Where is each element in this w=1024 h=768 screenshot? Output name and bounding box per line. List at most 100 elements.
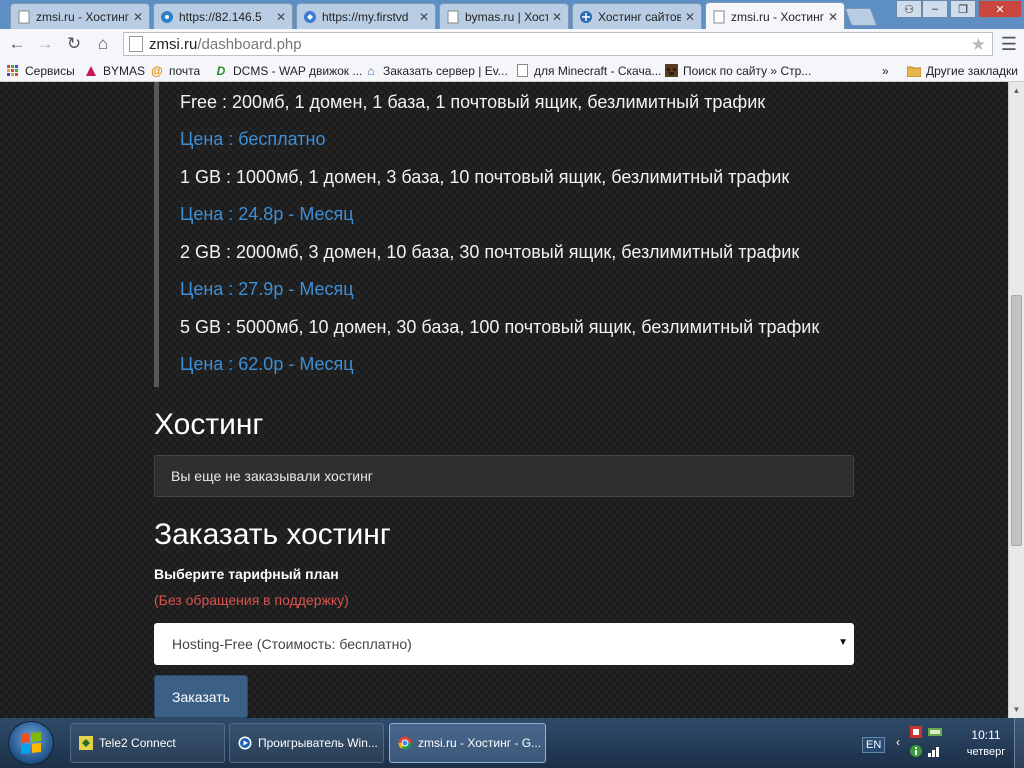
scroll-up-icon[interactable]: ▲ xyxy=(1009,83,1024,97)
close-window-button[interactable]: ✕ xyxy=(978,0,1022,18)
bookmark-order-server[interactable]: ⌂ Заказать сервер | Ev... xyxy=(364,62,508,79)
network-icon[interactable] xyxy=(928,726,942,741)
plan-select[interactable]: Hosting-Free (Стоимость: бесплатно) ▼ xyxy=(154,623,854,665)
tab-3[interactable]: https://my.firstvd ✕ xyxy=(296,3,436,29)
plan-select-value: Hosting-Free (Стоимость: бесплатно) xyxy=(172,636,412,652)
page-icon xyxy=(515,64,529,78)
task-tele2-connect[interactable]: Tele2 Connect xyxy=(70,723,225,763)
support-note: (Без обращения в поддержку) xyxy=(154,592,349,608)
page-icon xyxy=(129,36,143,52)
other-bookmarks[interactable]: Другие закладки xyxy=(907,62,1018,79)
caret-down-icon: ▼ xyxy=(838,637,848,648)
bookmark-label: BYMAS xyxy=(103,63,146,78)
new-tab-button[interactable] xyxy=(844,8,878,26)
tab-title: Хостинг сайтов xyxy=(598,9,681,24)
tab-title: zmsi.ru - Хостинг xyxy=(731,9,824,24)
plan-free-description: Free : 200мб, 1 домен, 1 база, 1 почтовы… xyxy=(180,92,766,112)
order-hosting-heading: Заказать хостинг xyxy=(154,518,391,551)
folder-icon xyxy=(907,64,921,78)
hosting-site-icon xyxy=(579,10,593,24)
plan-5gb-description: 5 GB : 5000мб, 10 домен, 30 база, 100 по… xyxy=(180,317,820,337)
bookmark-label: почта xyxy=(169,63,201,78)
dcms-icon: D xyxy=(216,63,226,78)
bookmarks-bar: Сервисы BYMAS @ почта D DCMS - WAP движо… xyxy=(0,59,1024,82)
tele2-icon xyxy=(79,736,93,750)
bookmark-label: DCMS - WAP движок ... xyxy=(233,63,363,78)
firstvds-icon xyxy=(303,10,317,24)
plan-1gb-description: 1 GB : 1000мб, 1 домен, 3 база, 10 почто… xyxy=(180,167,790,187)
close-icon[interactable]: ✕ xyxy=(828,10,838,24)
show-desktop-button[interactable] xyxy=(1014,718,1024,768)
home-icon: ⌂ xyxy=(367,63,375,78)
clock-time[interactable]: 10:11 xyxy=(962,728,1010,742)
windows-logo-icon xyxy=(21,731,41,755)
task-media-player[interactable]: Проигрыватель Win... xyxy=(229,723,384,763)
tab-title: bymas.ru | Хости xyxy=(465,9,548,24)
address-path: /dashboard.php xyxy=(197,35,302,53)
media-player-icon xyxy=(238,736,252,750)
bookmark-mail[interactable]: @ почта xyxy=(150,62,200,79)
bookmark-dcms[interactable]: D DCMS - WAP движок ... xyxy=(214,62,363,79)
bookmark-star-icon[interactable]: ★ xyxy=(971,35,986,55)
tab-6-active[interactable]: zmsi.ru - Хостинг ✕ xyxy=(705,2,845,30)
address-bar[interactable]: zmsi.ru/dashboard.php ★ xyxy=(123,32,993,56)
close-icon[interactable]: ✕ xyxy=(419,10,429,24)
tab-title: https://82.146.5 xyxy=(179,9,262,24)
user-button[interactable]: ⚇ xyxy=(896,0,922,18)
bymas-icon xyxy=(84,64,98,78)
chrome-icon xyxy=(398,736,412,750)
tab-2[interactable]: https://82.146.5 ✕ xyxy=(153,3,293,29)
taskbar: Tele2 Connect Проигрыватель Win... zmsi.… xyxy=(0,718,1024,768)
close-icon[interactable]: ✕ xyxy=(276,10,286,24)
close-icon[interactable]: ✕ xyxy=(552,10,562,24)
signal-icon[interactable] xyxy=(928,745,942,760)
no-hosting-notice: Вы еще не заказывали хостинг xyxy=(154,455,854,497)
plan-select-label: Выберите тарифный план xyxy=(154,566,339,582)
close-icon[interactable]: ✕ xyxy=(133,10,143,24)
tab-strip: zmsi.ru - Хостинг ✕ https://82.146.5 ✕ h… xyxy=(0,0,1024,30)
bookmark-site-search[interactable]: Поиск по сайту » Стр... xyxy=(664,62,811,79)
mail-icon: @ xyxy=(151,63,163,78)
reload-icon[interactable]: ↻ xyxy=(63,33,85,55)
clock-day[interactable]: четверг xyxy=(962,746,1010,758)
tab-5[interactable]: Хостинг сайтов ✕ xyxy=(572,3,702,29)
scroll-thumb[interactable] xyxy=(1011,295,1022,546)
maximize-button[interactable]: ❐ xyxy=(950,0,976,18)
order-button[interactable]: Заказать xyxy=(154,675,248,718)
home-icon[interactable]: ⌂ xyxy=(92,33,114,55)
back-icon[interactable]: ← xyxy=(6,33,28,55)
hosting-heading: Хостинг xyxy=(154,408,264,441)
page-icon xyxy=(712,10,726,24)
task-label: Tele2 Connect xyxy=(99,736,176,750)
task-label: Проигрыватель Win... xyxy=(258,736,378,750)
tab-1[interactable]: zmsi.ru - Хостинг ✕ xyxy=(10,3,150,29)
bookmark-label: Сервисы xyxy=(25,63,75,78)
notice-text: Вы еще не заказывали хостинг xyxy=(171,468,373,484)
task-chrome[interactable]: zmsi.ru - Хостинг - G... xyxy=(389,723,546,763)
bookmark-label: Поиск по сайту » Стр... xyxy=(683,63,812,78)
language-indicator[interactable]: EN xyxy=(862,737,886,753)
minimize-button[interactable]: – xyxy=(922,0,948,18)
tray-expand-icon[interactable]: ‹ xyxy=(896,735,900,749)
bookmark-label: Заказать сервер | Ev... xyxy=(383,63,508,78)
scroll-down-icon[interactable]: ▼ xyxy=(1009,702,1024,716)
start-button[interactable] xyxy=(8,721,54,765)
page-icon xyxy=(17,10,31,24)
forward-icon[interactable]: → xyxy=(34,33,56,55)
page-content: Free : 200мб, 1 домен, 1 база, 1 почтовы… xyxy=(0,82,1008,718)
task-label: zmsi.ru - Хостинг - G... xyxy=(418,736,542,750)
tab-4[interactable]: bymas.ru | Хости ✕ xyxy=(439,3,569,29)
page-scrollbar[interactable]: ▲ ▼ xyxy=(1008,82,1024,718)
plans-blockquote-border xyxy=(154,82,159,387)
bookmarks-overflow-button[interactable]: » xyxy=(882,62,889,79)
address-host: zmsi.ru xyxy=(149,35,198,53)
bookmark-label: для Minecraft - Скача... xyxy=(534,63,662,78)
menu-icon[interactable]: ☰ xyxy=(998,33,1020,55)
bookmark-services[interactable]: Сервисы xyxy=(6,62,75,79)
close-icon[interactable]: ✕ xyxy=(685,10,695,24)
browser-toolbar: ← → ↻ ⌂ zmsi.ru/dashboard.php ★ ☰ xyxy=(0,29,1024,59)
info-icon[interactable] xyxy=(910,745,922,760)
bookmark-bymas[interactable]: BYMAS xyxy=(84,62,145,79)
bookmark-minecraft[interactable]: для Minecraft - Скача... xyxy=(515,62,661,79)
tray-app-icon[interactable] xyxy=(910,726,922,741)
